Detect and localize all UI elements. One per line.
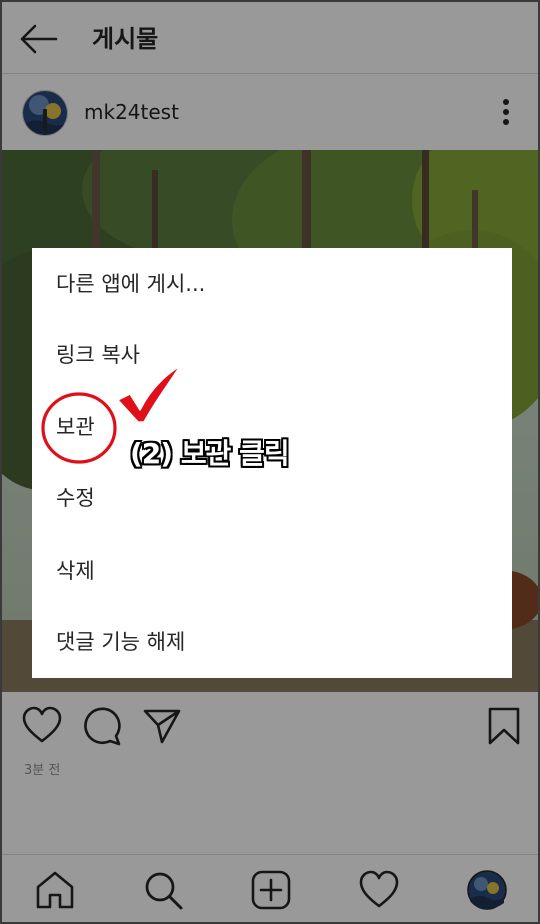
menu-item-turn-off-comments[interactable]: 댓글 기능 해제 — [56, 614, 476, 670]
instagram-post-screen: 게시물 mk24test 3분 전 다른 앱에 게시... 링크 복사 보관 수… — [0, 0, 540, 924]
menu-item-edit[interactable]: 수정 — [56, 470, 476, 526]
menu-item-delete[interactable]: 삭제 — [56, 543, 476, 599]
annotation-label: (2) 보관 클릭 — [130, 437, 290, 470]
menu-item-share-to-other-app[interactable]: 다른 앱에 게시... — [56, 256, 476, 312]
checkmark-icon — [117, 365, 181, 423]
highlight-circle-icon — [41, 392, 117, 464]
